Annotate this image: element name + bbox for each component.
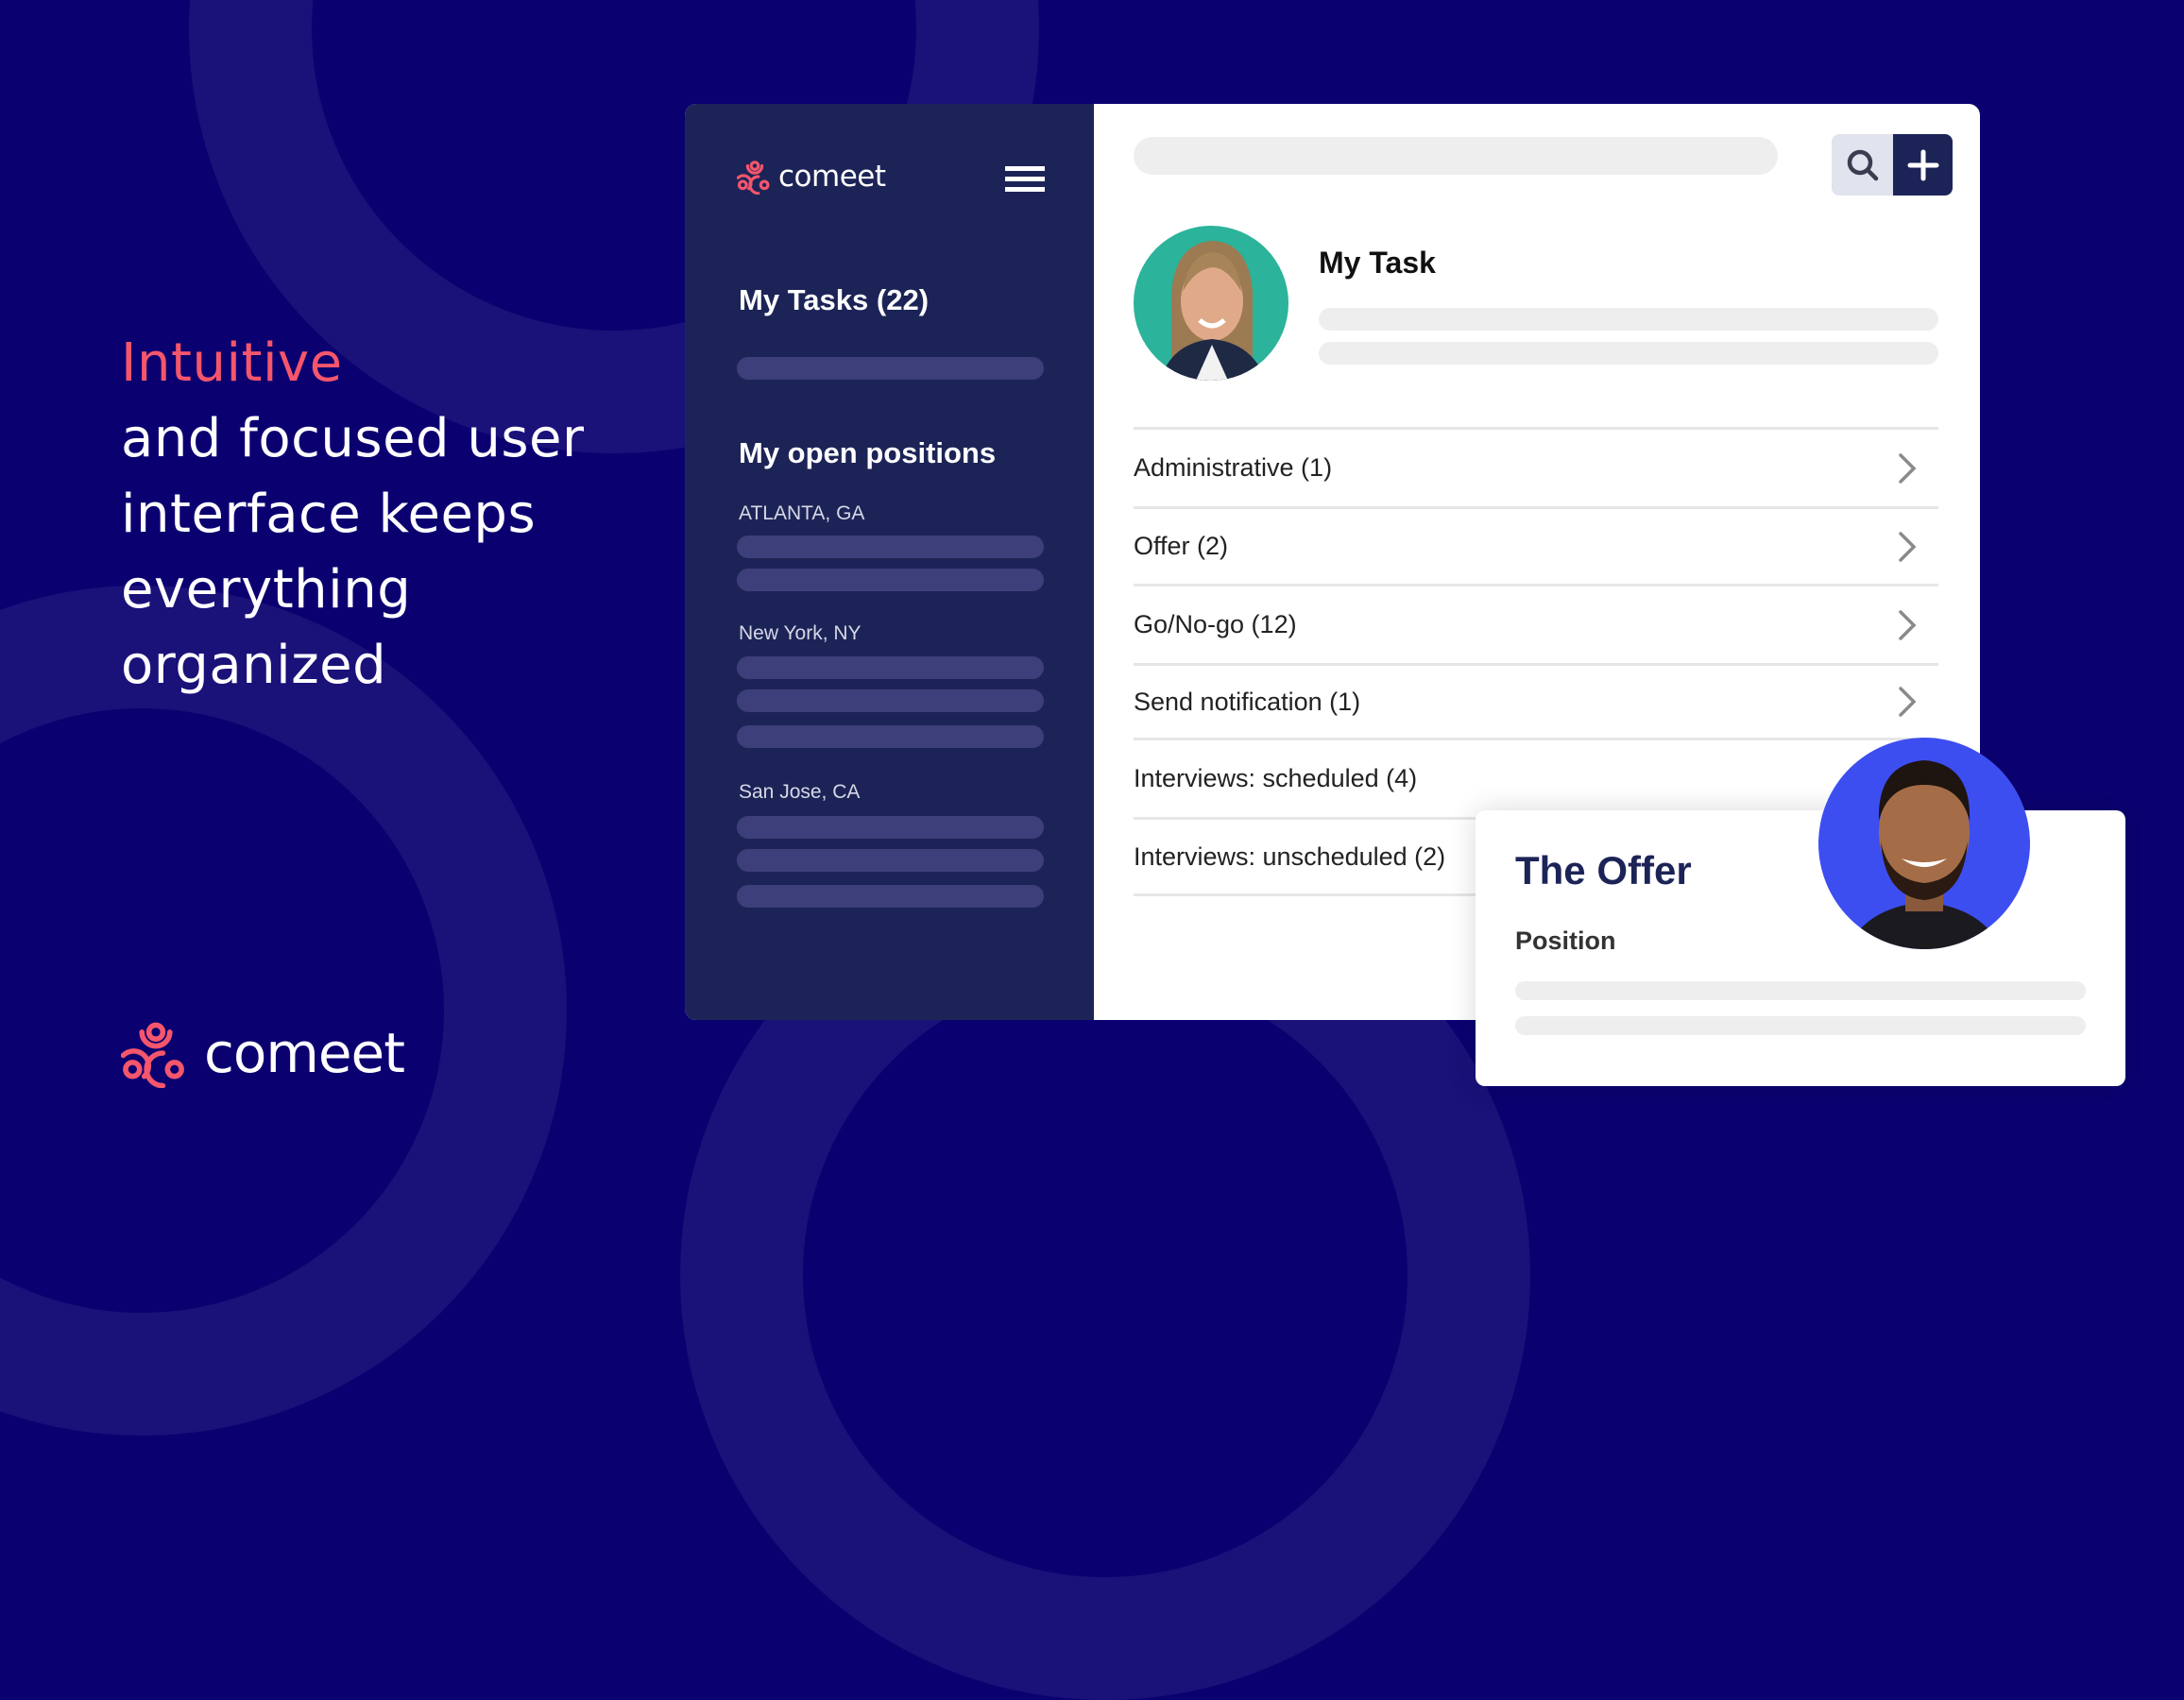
placeholder-bar[interactable] xyxy=(737,725,1044,748)
search-icon xyxy=(1847,149,1878,180)
sidebar: comeet My Tasks (22) My open positions A… xyxy=(685,104,1094,1020)
placeholder-bar[interactable] xyxy=(737,885,1044,908)
task-title: My Task xyxy=(1319,246,1436,280)
hamburger-icon[interactable] xyxy=(1005,166,1045,193)
task-row-administrative[interactable]: Administrative (1) xyxy=(1134,427,1938,506)
task-row-label: Offer (2) xyxy=(1134,532,1229,560)
position-label: Position xyxy=(1515,926,1616,955)
person-photo-icon xyxy=(1160,241,1266,381)
chevron-right-icon xyxy=(1899,687,1917,717)
my-tasks-heading[interactable]: My Tasks (22) xyxy=(739,283,929,317)
placeholder-bar xyxy=(737,357,1044,380)
placeholder-bar[interactable] xyxy=(737,816,1044,839)
comeet-logo-icon xyxy=(121,1022,184,1088)
search-button[interactable] xyxy=(1832,134,1893,196)
location-atlanta[interactable]: ATLANTA, GA xyxy=(739,502,864,525)
location-new-york[interactable]: New York, NY xyxy=(739,622,862,645)
location-san-jose[interactable]: San Jose, CA xyxy=(739,781,860,804)
placeholder-bar[interactable] xyxy=(737,656,1044,679)
chevron-right-icon xyxy=(1899,452,1917,484)
task-row-interviews-scheduled[interactable]: Interviews: scheduled (4) xyxy=(1134,738,1938,817)
hero-line: organized xyxy=(121,635,387,696)
brand-name: comeet xyxy=(204,1021,405,1085)
task-row-offer[interactable]: Offer (2) xyxy=(1134,506,1938,584)
placeholder-bar[interactable] xyxy=(737,689,1044,712)
task-row-label: Interviews: unscheduled (2) xyxy=(1134,842,1446,871)
hero-line: interface keeps xyxy=(121,484,537,545)
task-row-label: Go/No-go (12) xyxy=(1134,610,1297,638)
search-input[interactable] xyxy=(1134,137,1778,175)
candidate-avatar xyxy=(1818,738,2030,949)
task-row-go-no-go[interactable]: Go/No-go (12) xyxy=(1134,584,1938,663)
comeet-logo-icon xyxy=(737,161,770,195)
plus-icon xyxy=(1907,149,1938,180)
task-row-label: Administrative (1) xyxy=(1134,453,1333,482)
chevron-right-icon xyxy=(1899,609,1917,640)
hero-line: and focused user xyxy=(121,408,585,469)
placeholder-bar xyxy=(1515,981,2086,1000)
placeholder-bar xyxy=(1515,1016,2086,1035)
user-avatar xyxy=(1134,226,1288,381)
chevron-right-icon xyxy=(1899,531,1917,562)
person-photo-icon xyxy=(1847,760,2002,949)
hero-accent: Intuitive xyxy=(121,332,343,394)
hero-line: everything xyxy=(121,559,412,620)
task-row-send-notification[interactable]: Send notification (1) xyxy=(1134,663,1938,738)
placeholder-bar[interactable] xyxy=(737,536,1044,558)
hero-heading: Intuitive and focused user interface kee… xyxy=(121,326,585,704)
add-button[interactable] xyxy=(1893,134,1953,196)
offer-title: The Offer xyxy=(1515,848,1692,892)
brand-logo: comeet xyxy=(121,1018,405,1088)
open-positions-heading: My open positions xyxy=(739,436,997,469)
sidebar-logo[interactable]: comeet xyxy=(737,159,886,195)
sidebar-logo-text: comeet xyxy=(778,160,886,194)
placeholder-bar[interactable] xyxy=(737,849,1044,872)
placeholder-bar xyxy=(1319,308,1938,331)
background-arc xyxy=(0,586,567,1436)
task-row-label: Send notification (1) xyxy=(1134,687,1361,716)
placeholder-bar[interactable] xyxy=(737,569,1044,591)
placeholder-bar xyxy=(1319,342,1938,365)
task-row-label: Interviews: scheduled (4) xyxy=(1134,764,1418,792)
